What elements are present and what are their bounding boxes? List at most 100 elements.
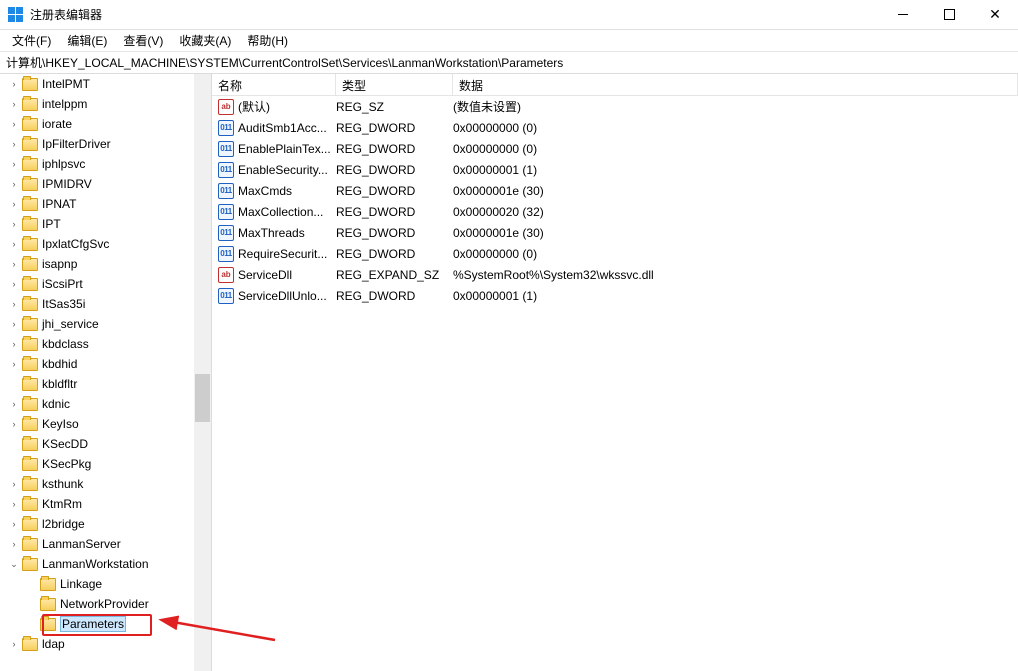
column-type[interactable]: 类型 <box>336 74 453 95</box>
tree-item-label: ldap <box>42 637 65 651</box>
tree-item-label: LanmanServer <box>42 537 121 551</box>
string-value-icon <box>218 267 234 283</box>
tree-item[interactable]: ›kbdhid <box>0 354 211 374</box>
chevron-right-icon[interactable]: › <box>8 479 20 489</box>
address-bar[interactable]: 计算机\HKEY_LOCAL_MACHINE\SYSTEM\CurrentCon… <box>0 52 1018 74</box>
chevron-right-icon[interactable]: › <box>8 99 20 109</box>
chevron-right-icon[interactable]: › <box>8 519 20 529</box>
folder-icon <box>22 118 38 131</box>
tree-item[interactable]: KSecPkg <box>0 454 211 474</box>
tree-item[interactable]: › LanmanServer <box>0 534 211 554</box>
tree-item[interactable]: NetworkProvider <box>0 594 211 614</box>
value-data: 0x00000000 (0) <box>453 121 1018 135</box>
tree-item[interactable]: ›iphlpsvc <box>0 154 211 174</box>
chevron-right-icon[interactable]: › <box>8 419 20 429</box>
list-row[interactable]: ServiceDllUnlo...REG_DWORD0x00000001 (1) <box>212 285 1018 306</box>
menu-edit[interactable]: 编辑(E) <box>59 30 115 51</box>
menu-file[interactable]: 文件(F) <box>4 30 59 51</box>
list-row[interactable]: MaxThreadsREG_DWORD0x0000001e (30) <box>212 222 1018 243</box>
tree-item-label: KtmRm <box>42 497 82 511</box>
value-data: 0x0000001e (30) <box>453 226 1018 240</box>
column-data[interactable]: 数据 <box>453 74 1018 95</box>
tree-item[interactable]: › ksthunk <box>0 474 211 494</box>
chevron-right-icon[interactable]: › <box>8 199 20 209</box>
tree-item[interactable]: ›ItSas35i <box>0 294 211 314</box>
tree-item[interactable]: › KtmRm <box>0 494 211 514</box>
value-type: REG_DWORD <box>336 289 453 303</box>
chevron-down-icon[interactable]: ⌄ <box>8 559 20 570</box>
tree-item[interactable]: ›isapnp <box>0 254 211 274</box>
maximize-button[interactable] <box>926 0 972 29</box>
menu-favorites[interactable]: 收藏夹(A) <box>171 30 239 51</box>
chevron-right-icon[interactable]: › <box>8 359 20 369</box>
tree-item[interactable]: › ldap <box>0 634 211 654</box>
value-type: REG_DWORD <box>336 163 453 177</box>
chevron-right-icon[interactable]: › <box>8 339 20 349</box>
tree-item[interactable]: Parameters <box>0 614 211 634</box>
tree-scrollbar[interactable] <box>194 74 211 671</box>
chevron-right-icon[interactable]: › <box>8 239 20 249</box>
chevron-right-icon[interactable]: › <box>8 499 20 509</box>
chevron-right-icon[interactable]: › <box>8 119 20 129</box>
tree-item[interactable]: ›intelppm <box>0 94 211 114</box>
tree-item[interactable]: ›IpxlatCfgSvc <box>0 234 211 254</box>
chevron-right-icon[interactable]: › <box>8 399 20 409</box>
chevron-right-icon[interactable]: › <box>8 139 20 149</box>
list-row[interactable]: EnablePlainTex...REG_DWORD0x00000000 (0) <box>212 138 1018 159</box>
tree-item[interactable]: › kbdclass <box>0 334 211 354</box>
tree-item[interactable]: ›jhi_service <box>0 314 211 334</box>
value-data: 0x00000020 (32) <box>453 205 1018 219</box>
list-row[interactable]: RequireSecurit...REG_DWORD0x00000000 (0) <box>212 243 1018 264</box>
titlebar[interactable]: 注册表编辑器 ✕ <box>0 0 1018 30</box>
tree-panel[interactable]: ›IntelPMT›intelppm›iorate›IpFilterDriver… <box>0 74 212 671</box>
tree-item[interactable]: ›kdnic <box>0 394 211 414</box>
list-row[interactable]: ServiceDllREG_EXPAND_SZ%SystemRoot%\Syst… <box>212 264 1018 285</box>
scrollbar-thumb[interactable] <box>195 374 210 422</box>
folder-icon <box>22 258 38 271</box>
list-row[interactable]: MaxCollection...REG_DWORD0x00000020 (32) <box>212 201 1018 222</box>
folder-icon <box>22 558 38 571</box>
minimize-button[interactable] <box>880 0 926 29</box>
chevron-right-icon[interactable]: › <box>8 79 20 89</box>
chevron-right-icon[interactable]: › <box>8 539 20 549</box>
tree-item[interactable]: KSecDD <box>0 434 211 454</box>
tree-item[interactable]: Linkage <box>0 574 211 594</box>
tree-item[interactable]: ›IPNAT <box>0 194 211 214</box>
value-name: AuditSmb1Acc... <box>238 121 336 135</box>
tree-item[interactable]: ›IPMIDRV <box>0 174 211 194</box>
folder-icon <box>22 418 38 431</box>
list-row[interactable]: MaxCmdsREG_DWORD0x0000001e (30) <box>212 180 1018 201</box>
chevron-right-icon[interactable]: › <box>8 219 20 229</box>
folder-icon <box>22 398 38 411</box>
tree-item[interactable]: ›IpFilterDriver <box>0 134 211 154</box>
list-row[interactable]: AuditSmb1Acc...REG_DWORD0x00000000 (0) <box>212 117 1018 138</box>
chevron-right-icon[interactable]: › <box>8 179 20 189</box>
chevron-right-icon[interactable]: › <box>8 319 20 329</box>
tree-item[interactable]: kbldfltr <box>0 374 211 394</box>
dword-value-icon <box>218 141 234 157</box>
chevron-right-icon[interactable]: › <box>8 159 20 169</box>
tree-item[interactable]: ›KeyIso <box>0 414 211 434</box>
folder-icon <box>22 78 38 91</box>
tree-item[interactable]: ›l2bridge <box>0 514 211 534</box>
value-type: REG_DWORD <box>336 205 453 219</box>
tree-item[interactable]: ›IntelPMT <box>0 74 211 94</box>
chevron-right-icon[interactable]: › <box>8 299 20 309</box>
chevron-right-icon[interactable]: › <box>8 259 20 269</box>
list-row[interactable]: (默认)REG_SZ(数值未设置) <box>212 96 1018 117</box>
menu-help[interactable]: 帮助(H) <box>239 30 296 51</box>
tree-item[interactable]: ›iorate <box>0 114 211 134</box>
list-panel[interactable]: 名称 类型 数据 (默认)REG_SZ(数值未设置)AuditSmb1Acc..… <box>212 74 1018 671</box>
tree-item[interactable]: ⌄LanmanWorkstation <box>0 554 211 574</box>
chevron-right-icon[interactable]: › <box>8 279 20 289</box>
tree-item[interactable]: ›iScsiPrt <box>0 274 211 294</box>
tree-item[interactable]: ›IPT <box>0 214 211 234</box>
list-row[interactable]: EnableSecurity...REG_DWORD0x00000001 (1) <box>212 159 1018 180</box>
column-name[interactable]: 名称 <box>212 74 336 95</box>
tree-item-label: ksthunk <box>42 477 83 491</box>
menu-view[interactable]: 查看(V) <box>115 30 171 51</box>
value-data: 0x00000001 (1) <box>453 289 1018 303</box>
tree-item-label: kbdclass <box>42 337 89 351</box>
chevron-right-icon[interactable]: › <box>8 639 20 649</box>
close-button[interactable]: ✕ <box>972 0 1018 29</box>
